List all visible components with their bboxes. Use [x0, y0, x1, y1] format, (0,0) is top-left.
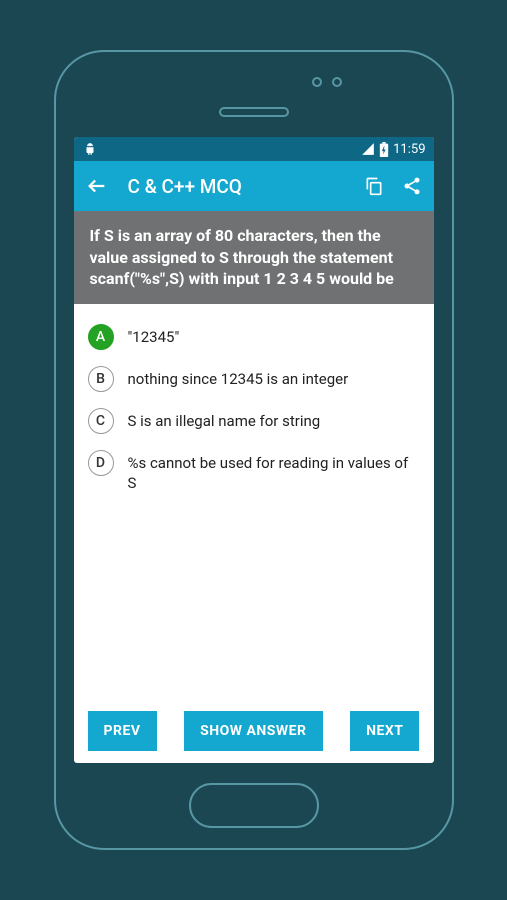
status-time: 11:59	[393, 142, 425, 157]
answer-letter: B	[88, 366, 114, 392]
home-button[interactable]	[189, 783, 319, 828]
answer-letter: D	[88, 450, 114, 476]
answer-option[interactable]: A "12345"	[88, 316, 420, 358]
show-answer-button[interactable]: SHOW ANSWER	[184, 711, 322, 751]
screen: 11:59 C & C++ MCQ If S is an array of 80…	[74, 137, 434, 763]
prev-button[interactable]: PREV	[88, 711, 157, 751]
status-bar: 11:59	[74, 137, 434, 161]
answer-option[interactable]: Bnothing since 12345 is an integer	[88, 358, 420, 400]
answer-letter: A	[88, 324, 114, 350]
back-icon[interactable]	[86, 175, 108, 197]
battery-icon	[379, 142, 389, 157]
answer-text: nothing since 12345 is an integer	[128, 366, 349, 389]
app-title: C & C++ MCQ	[128, 175, 346, 198]
signal-icon	[361, 142, 375, 156]
question-text: If S is an array of 80 characters, then …	[74, 211, 434, 304]
answer-text: S is an illegal name for string	[128, 408, 321, 431]
answer-letter: C	[88, 408, 114, 434]
answer-option[interactable]: C S is an illegal name for string	[88, 400, 420, 442]
speaker-bar	[219, 107, 289, 117]
next-button[interactable]: NEXT	[350, 711, 419, 751]
android-icon	[82, 142, 98, 156]
buttons-row: PREV SHOW ANSWER NEXT	[74, 699, 434, 763]
phone-frame: 11:59 C & C++ MCQ If S is an array of 80…	[54, 50, 454, 850]
share-icon[interactable]	[402, 176, 422, 196]
copy-icon[interactable]	[364, 176, 384, 196]
answer-text: "12345"	[128, 324, 180, 347]
answer-option[interactable]: D %s cannot be used for reading in values…	[88, 442, 420, 502]
speaker-dots	[312, 77, 342, 87]
app-bar: C & C++ MCQ	[74, 161, 434, 211]
answer-text: %s cannot be used for reading in values …	[128, 450, 420, 494]
answers-list: A "12345" Bnothing since 12345 is an integ…	[74, 304, 434, 699]
